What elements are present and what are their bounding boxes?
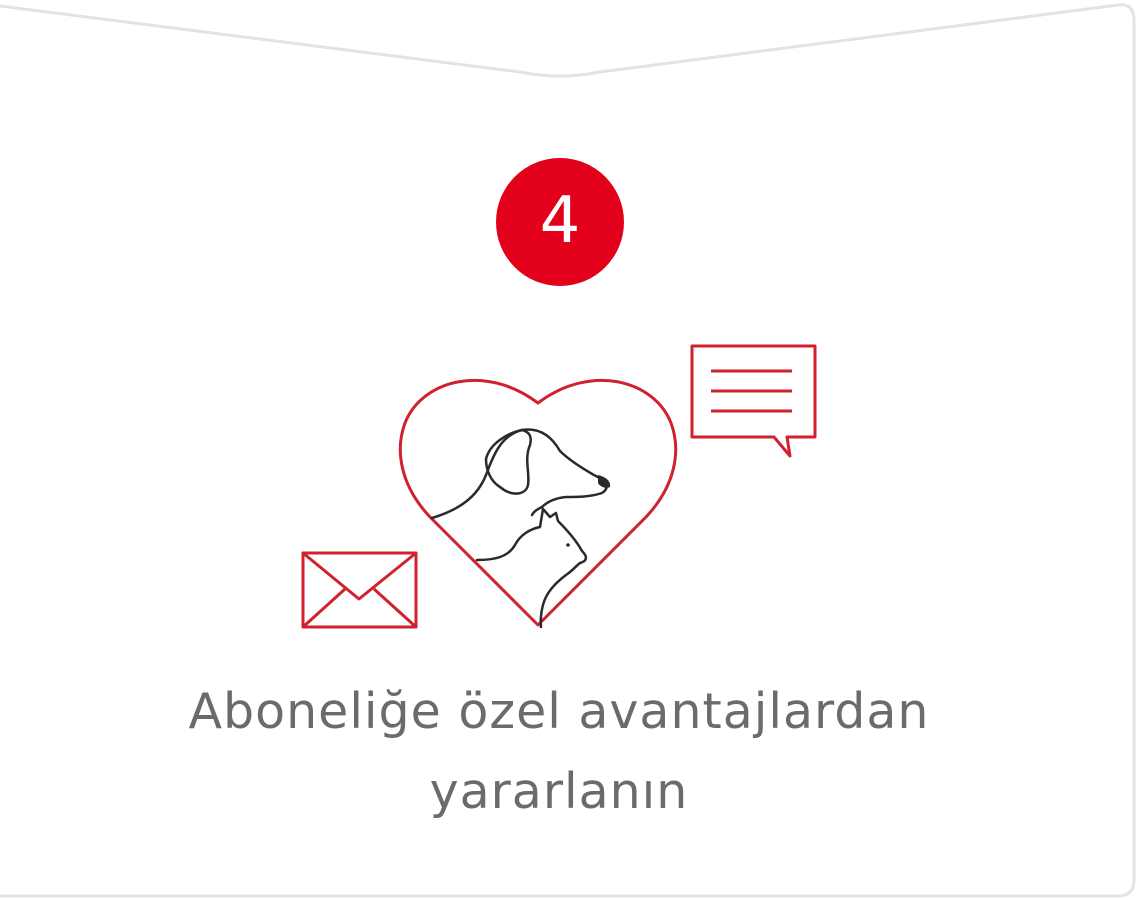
envelope-icon bbox=[301, 551, 418, 629]
step-card: 4 Aboneliğe özel avantajlardan yararlanı… bbox=[0, 0, 1138, 900]
speech-bubble-icon bbox=[690, 344, 817, 458]
heart-with-dog-and-cat-icon bbox=[398, 379, 678, 629]
step-number-badge: 4 bbox=[496, 158, 624, 286]
step-number: 4 bbox=[539, 184, 581, 258]
step-caption: Aboneliğe özel avantajlardan yararlanın bbox=[188, 683, 930, 820]
subscription-illustration bbox=[301, 344, 817, 629]
